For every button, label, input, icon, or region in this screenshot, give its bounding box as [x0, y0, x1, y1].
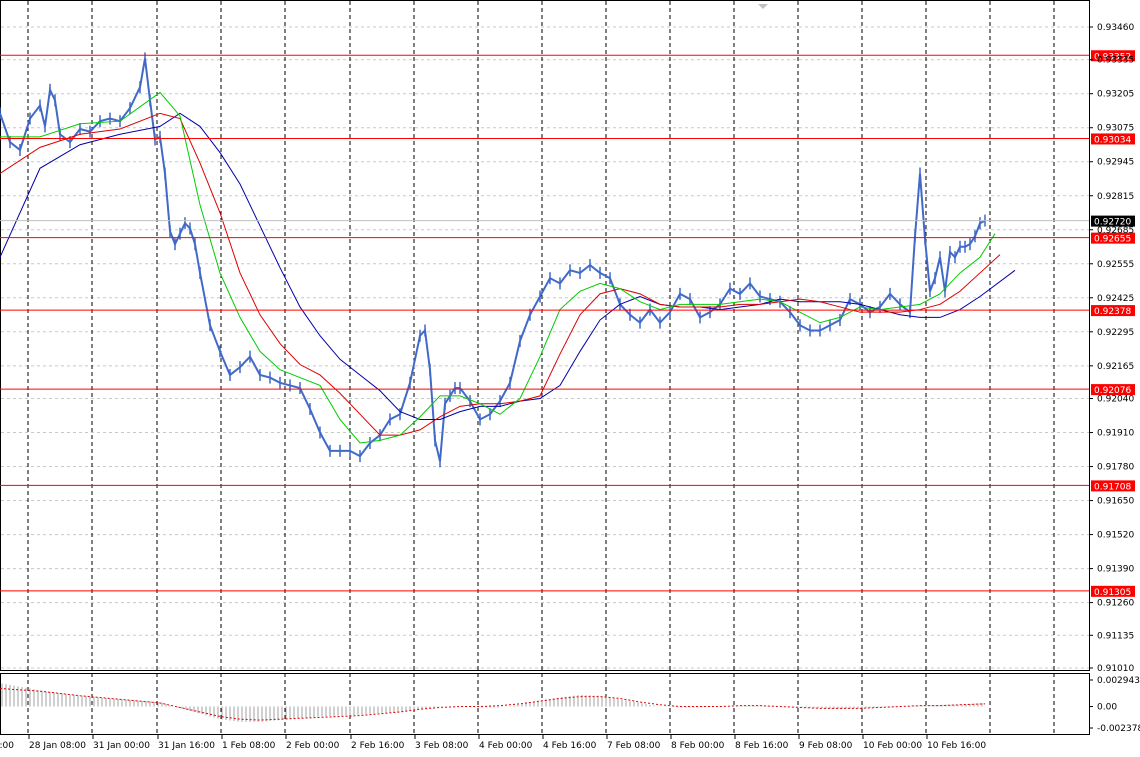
y-tick-label: 0.91260	[1097, 599, 1134, 609]
x-tick-label: 31 Jan 00:00	[93, 741, 150, 751]
y-tick-label: 0.93335	[1097, 56, 1134, 66]
y-tick-label: 0.93075	[1097, 124, 1134, 134]
x-tick-label: 26 Jan 16:00	[0, 741, 14, 751]
x-tick-label: 31 Jan 16:00	[158, 741, 215, 751]
y-tick-label: 0.91010	[1097, 664, 1134, 674]
y-tick-label: 0.91650	[1097, 497, 1134, 507]
level-price-label: 0.91708	[1094, 482, 1131, 492]
price-chart: 0.0029430.00-0.002378 0.933520.930340.92…	[0, 0, 1140, 751]
x-tick-label: 8 Feb 16:00	[735, 741, 789, 751]
x-tick-label: 28 Jan 08:00	[29, 741, 86, 751]
x-tick-label: 9 Feb 08:00	[799, 741, 853, 751]
y-tick-label: 0.91520	[1097, 531, 1134, 541]
y-tick-label: 0.93460	[1097, 23, 1134, 33]
time-axis: 26 Jan 16:00 28 Jan 08:00 31 Jan 00:00 31 J…	[0, 735, 986, 751]
x-tick-label: 4 Feb 16:00	[543, 741, 597, 751]
y-tick-label: 0.91910	[1097, 429, 1134, 439]
y-tick-label: 0.92295	[1097, 328, 1134, 338]
osc-y-tick-label: -0.002378	[1097, 724, 1140, 734]
x-tick-label: 1 Feb 08:00	[222, 741, 276, 751]
x-tick-label: 8 Feb 00:00	[671, 741, 725, 751]
osc-y-tick-label: 0.002943	[1097, 676, 1140, 686]
x-tick-label: 7 Feb 08:00	[607, 741, 661, 751]
level-price-label: 0.92378	[1094, 307, 1131, 317]
x-tick-label: 2 Feb 16:00	[351, 741, 405, 751]
x-tick-label: 4 Feb 00:00	[479, 741, 533, 751]
y-tick-label: 0.92555	[1097, 260, 1134, 270]
x-tick-label: 3 Feb 08:00	[415, 741, 469, 751]
price-axis: 0.93460 0.93335 0.93205 0.93075 0.92945 0.928…	[1089, 23, 1134, 674]
y-tick-label: 0.92425	[1097, 294, 1134, 304]
y-tick-label: 0.92040	[1097, 395, 1134, 405]
y-tick-label: 0.92165	[1097, 362, 1134, 372]
level-price-label: 0.93034	[1094, 135, 1131, 145]
x-tick-label: 10 Feb 16:00	[927, 741, 986, 751]
y-tick-label: 0.92815	[1097, 192, 1134, 202]
y-tick-label: 0.93205	[1097, 90, 1134, 100]
y-tick-label: 0.92945	[1097, 158, 1134, 168]
x-tick-label: 10 Feb 00:00	[863, 741, 922, 751]
x-tick-label: 2 Feb 00:00	[286, 741, 340, 751]
y-tick-label: 0.91135	[1097, 631, 1134, 641]
osc-y-tick-label: 0.00	[1097, 703, 1117, 713]
level-price-label: 0.91305	[1094, 588, 1131, 598]
level-price-label: 0.92655	[1094, 235, 1131, 245]
y-tick-label: 0.91780	[1097, 463, 1134, 473]
y-tick-label: 0.92685	[1097, 226, 1134, 236]
y-tick-label: 0.91390	[1097, 565, 1134, 575]
